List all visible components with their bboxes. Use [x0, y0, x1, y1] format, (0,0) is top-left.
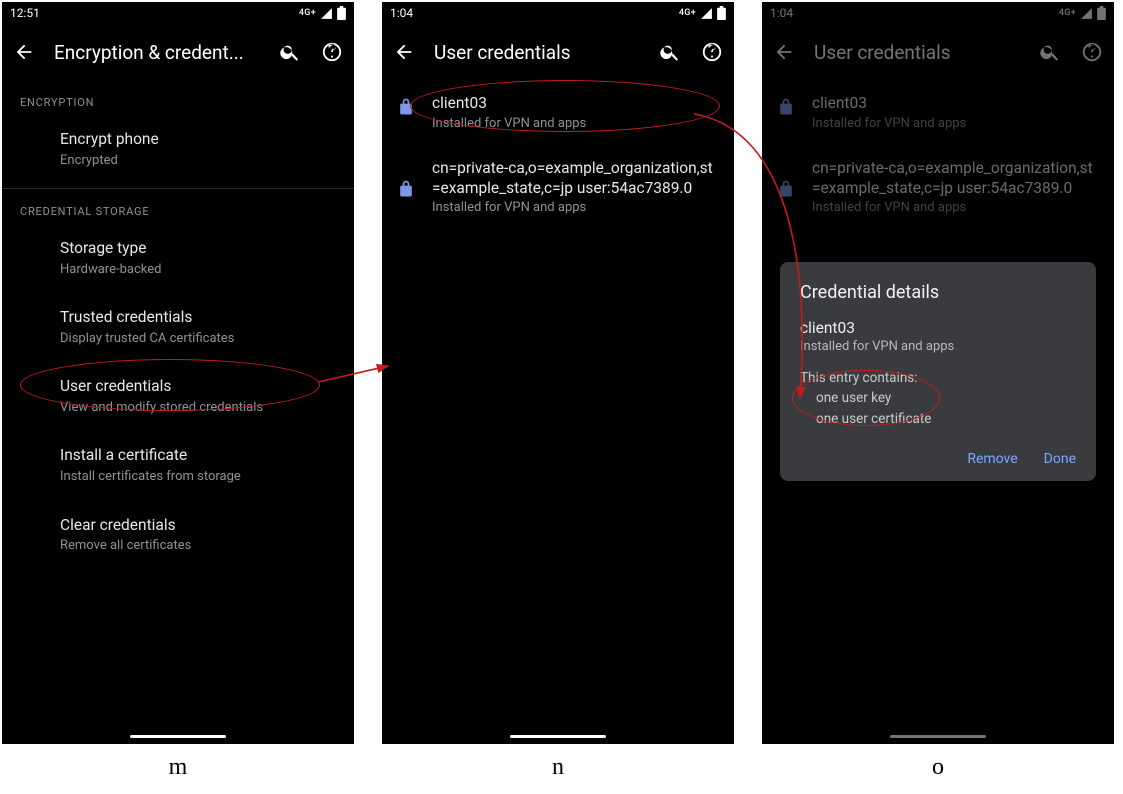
search-icon[interactable] [658, 40, 682, 64]
phone-screen-n: 1:04 4G+ User credentials [382, 2, 734, 744]
status-bar: 12:51 4G+ [2, 2, 354, 24]
done-button[interactable]: Done [1044, 451, 1076, 467]
item-trusted-credentials[interactable]: Trusted credentials Display trusted CA c… [2, 293, 354, 362]
lock-icon [396, 179, 418, 203]
item-title: Install a certificate [60, 445, 336, 466]
status-bar: 1:04 4G+ [762, 2, 1114, 24]
item-title: Clear credentials [60, 515, 336, 536]
phone-screen-m: 12:51 4G+ Encryption & credent... ENCRYP… [2, 2, 354, 744]
status-right: 4G+ [679, 6, 726, 20]
item-subtitle: Display trusted CA certificates [60, 330, 336, 348]
back-icon[interactable] [12, 40, 36, 64]
item-subtitle: Hardware-backed [60, 261, 336, 279]
app-bar: User credentials [382, 24, 734, 80]
credential-ca: cn=private-ca,o=example_organization,st=… [762, 145, 1114, 230]
credential-subtitle: Installed for VPN and apps [432, 200, 716, 215]
network-label: 4G+ [1059, 8, 1076, 18]
signal-icon [320, 7, 333, 20]
battery-icon [337, 6, 346, 20]
nav-handle[interactable] [762, 735, 1114, 738]
item-subtitle: Remove all certificates [60, 537, 336, 555]
dialog-cred-name: client03 [800, 319, 1076, 337]
dialog-body-line2: one user certificate [800, 409, 1076, 429]
credential-client03: client03 Installed for VPN and apps [762, 80, 1114, 145]
credential-title: cn=private-ca,o=example_organization,st=… [432, 159, 716, 199]
credential-title: client03 [812, 94, 1096, 114]
battery-icon [717, 6, 726, 20]
page-title: User credentials [814, 41, 1020, 64]
app-bar: User credentials [762, 24, 1114, 80]
help-icon[interactable] [1080, 40, 1104, 64]
item-title: Storage type [60, 238, 336, 259]
item-title: Encrypt phone [60, 129, 336, 150]
item-encrypt-phone[interactable]: Encrypt phone Encrypted [2, 115, 354, 184]
page-title: Encryption & credent... [54, 41, 260, 64]
app-bar: Encryption & credent... [2, 24, 354, 80]
item-subtitle: Encrypted [60, 152, 336, 170]
dialog-body-line1: one user key [800, 388, 1076, 408]
credential-subtitle: Installed for VPN and apps [812, 116, 1096, 131]
lock-icon [776, 97, 798, 121]
lock-icon [776, 179, 798, 203]
dialog-title: Credential details [800, 282, 1076, 303]
credential-details-dialog: Credential details client03 Installed fo… [780, 262, 1096, 481]
lock-icon [396, 97, 418, 121]
status-time: 1:04 [390, 6, 413, 20]
item-storage-type[interactable]: Storage type Hardware-backed [2, 224, 354, 293]
signal-icon [700, 7, 713, 20]
page-title: User credentials [434, 41, 640, 64]
status-time: 12:51 [10, 6, 40, 20]
item-title: Trusted credentials [60, 307, 336, 328]
status-time: 1:04 [770, 6, 793, 20]
battery-icon [1097, 6, 1106, 20]
item-subtitle: View and modify stored credentials [60, 399, 336, 417]
dialog-body-intro: This entry contains: [800, 368, 1076, 388]
signal-icon [1080, 7, 1093, 20]
nav-handle[interactable] [382, 735, 734, 738]
caption-n: n [382, 754, 734, 781]
back-icon[interactable] [392, 40, 416, 64]
dialog-cred-subtitle: Installed for VPN and apps [800, 339, 1076, 354]
network-label: 4G+ [679, 8, 696, 18]
dialog-body: This entry contains: one user key one us… [800, 368, 1076, 429]
credential-ca[interactable]: cn=private-ca,o=example_organization,st=… [382, 145, 734, 230]
section-encryption-label: ENCRYPTION [2, 80, 354, 115]
caption-o: o [762, 754, 1114, 781]
search-icon[interactable] [278, 40, 302, 64]
remove-button[interactable]: Remove [967, 451, 1017, 467]
status-right: 4G+ [1059, 6, 1106, 20]
item-title: User credentials [60, 376, 336, 397]
search-icon[interactable] [1038, 40, 1062, 64]
credential-subtitle: Installed for VPN and apps [812, 200, 1096, 215]
item-install-certificate[interactable]: Install a certificate Install certificat… [2, 431, 354, 500]
nav-handle[interactable] [2, 735, 354, 738]
credential-title: cn=private-ca,o=example_organization,st=… [812, 159, 1096, 199]
back-icon[interactable] [772, 40, 796, 64]
credential-subtitle: Installed for VPN and apps [432, 116, 716, 131]
section-credstorage-label: CREDENTIAL STORAGE [2, 189, 354, 224]
item-clear-credentials[interactable]: Clear credentials Remove all certificate… [2, 501, 354, 570]
status-right: 4G+ [299, 6, 346, 20]
help-icon[interactable] [700, 40, 724, 64]
caption-m: m [2, 754, 354, 781]
credential-title: client03 [432, 94, 716, 114]
item-subtitle: Install certificates from storage [60, 468, 336, 486]
help-icon[interactable] [320, 40, 344, 64]
status-bar: 1:04 4G+ [382, 2, 734, 24]
phone-screen-o: 1:04 4G+ User credentials [762, 2, 1114, 744]
item-user-credentials[interactable]: User credentials View and modify stored … [2, 362, 354, 431]
network-label: 4G+ [299, 8, 316, 18]
credential-client03[interactable]: client03 Installed for VPN and apps [382, 80, 734, 145]
